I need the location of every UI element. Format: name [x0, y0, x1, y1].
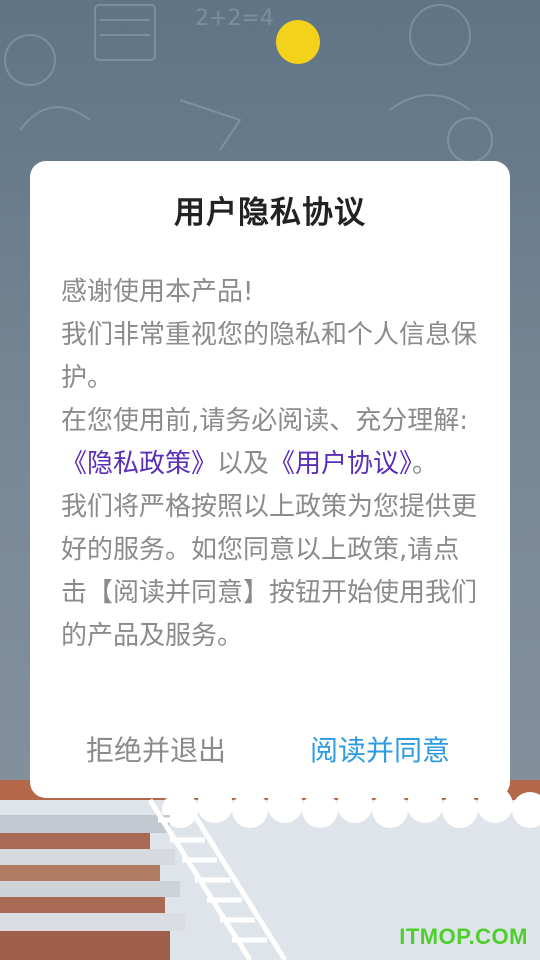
body-thanks-text: 感谢使用本产品! — [61, 277, 254, 307]
links-period-text: 。 — [412, 449, 439, 479]
watermark-logo: ITMOP.COM — [399, 924, 528, 949]
privacy-policy-link[interactable]: 《隐私政策》 — [61, 449, 217, 479]
user-agreement-link[interactable]: 《用户协议》 — [269, 449, 412, 479]
dialog-body: 感谢使用本产品! 我们非常重视您的隐私和个人信息保护。 在您使用前,请务必阅读、… — [61, 271, 481, 658]
dialog-title: 用户隐私协议 — [174, 195, 366, 231]
privacy-agreement-dialog: 用户隐私协议 感谢使用本产品! 我们非常重视您的隐私和个人信息保护。 在您使用前… — [30, 161, 510, 798]
read-and-agree-button[interactable]: 阅读并同意 — [310, 731, 450, 771]
reject-and-exit-button[interactable]: 拒绝并退出 — [86, 731, 226, 771]
body-privacy-importance-text: 我们非常重视您的隐私和个人信息保护。 — [61, 320, 478, 393]
app-screen: 2+2=4 用户隐私协议 感谢使用本产品! 我们非常重视您的隐私和个人信息保护。… — [0, 0, 540, 960]
svg-text:2+2=4: 2+2=4 — [195, 6, 274, 31]
links-connector-text: 以及 — [217, 449, 270, 479]
body-consent-instruction-text: 我们将严格按照以上政策为您提供更好的服务。如您同意以上政策,请点击【阅读并同意】… — [61, 492, 478, 651]
body-read-before-use-text: 在您使用前,请务必阅读、充分理解: — [61, 406, 469, 436]
body-policy-links-line: 《隐私政策》以及《用户协议》。 — [61, 443, 481, 486]
